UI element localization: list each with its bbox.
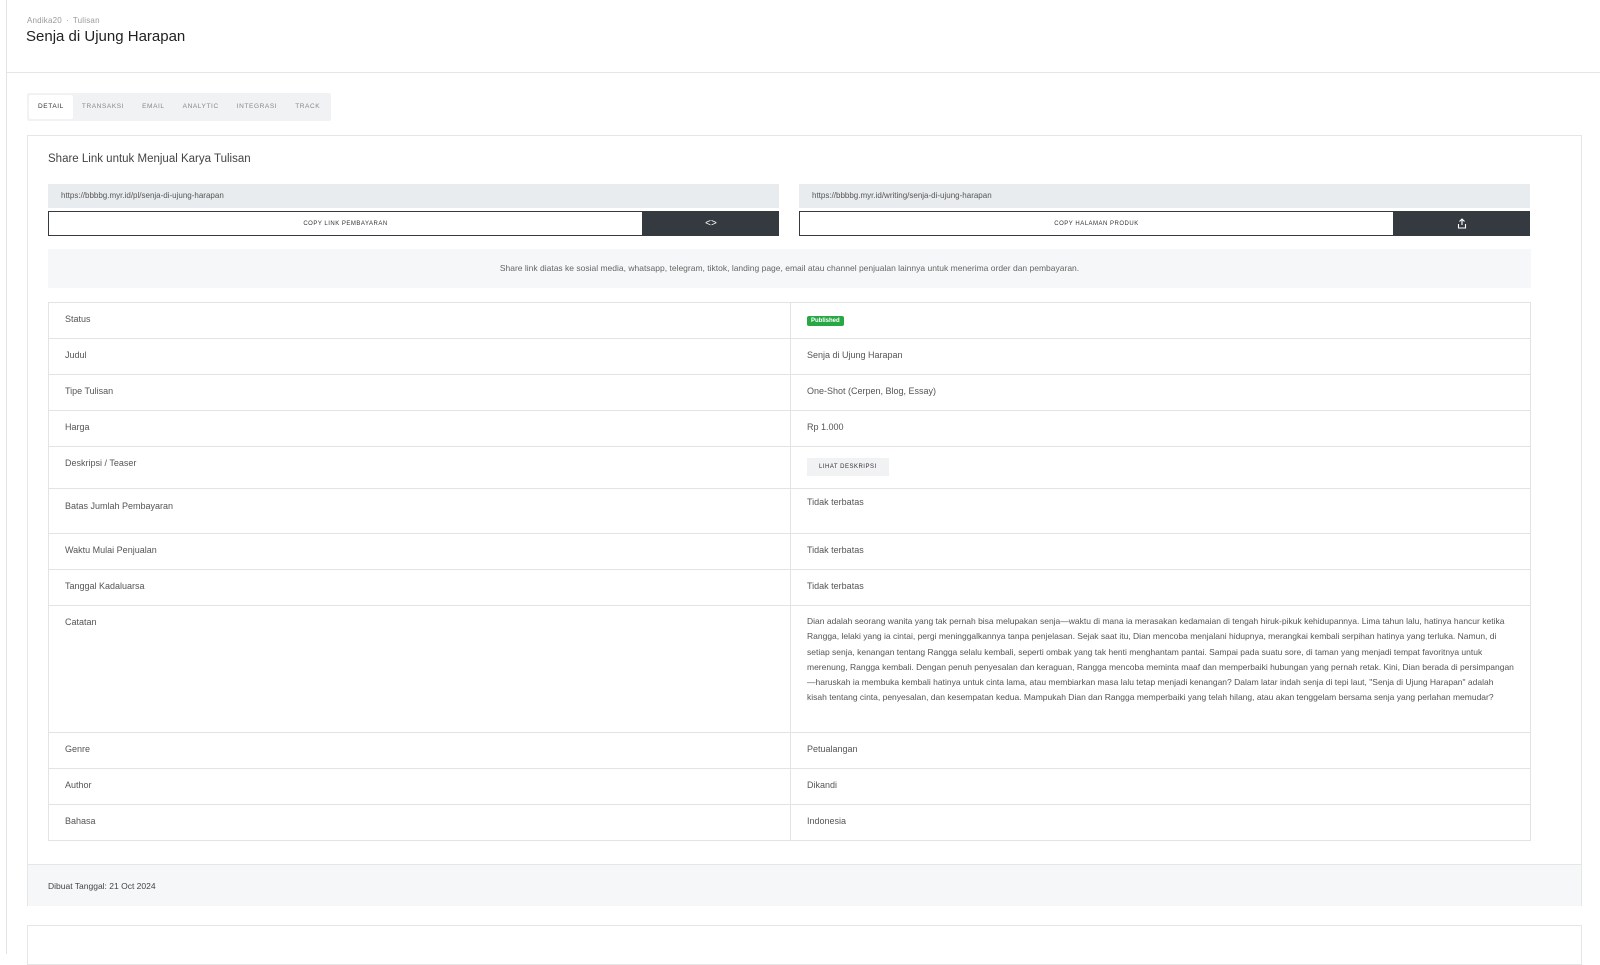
- tab-analytic[interactable]: ANALYTIC: [174, 95, 228, 119]
- code-icon: <>: [705, 218, 717, 229]
- payment-url-field[interactable]: https://bbbbg.myr.id/pl/senja-di-ujung-h…: [48, 184, 779, 208]
- table-row: Tipe Tulisan One-Shot (Cerpen, Blog, Ess…: [48, 374, 1531, 411]
- view-description-button[interactable]: LIHAT DESKRIPSI: [807, 458, 889, 476]
- share-button[interactable]: [1394, 211, 1530, 236]
- page-header: Andika20 · Tulisan Senja di Ujung Harapan: [7, 0, 1600, 73]
- kadaluarsa-value: Tidak terbatas: [790, 569, 1531, 606]
- breadcrumb-item-tulisan[interactable]: Tulisan: [73, 16, 100, 25]
- status-label: Status: [48, 302, 791, 339]
- page-title: Senja di Ujung Harapan: [26, 28, 186, 45]
- table-row: Catatan Dian adalah seorang wanita yang …: [48, 605, 1531, 733]
- share-section-title: Share Link untuk Menjual Karya Tulisan: [48, 153, 251, 165]
- batas-value: Tidak terbatas: [790, 488, 1531, 534]
- tab-email[interactable]: EMAIL: [133, 95, 174, 119]
- waktu-value: Tidak terbatas: [790, 533, 1531, 570]
- judul-label: Judul: [48, 338, 791, 375]
- table-row: Author Dikandi: [48, 768, 1531, 805]
- table-row: Harga Rp 1.000: [48, 410, 1531, 447]
- harga-value: Rp 1.000: [790, 410, 1531, 447]
- table-row: Genre Petualangan: [48, 732, 1531, 769]
- judul-value: Senja di Ujung Harapan: [790, 338, 1531, 375]
- kadaluarsa-label: Tanggal Kadaluarsa: [48, 569, 791, 606]
- breadcrumb-separator: ·: [65, 16, 69, 25]
- waktu-label: Waktu Mulai Penjualan: [48, 533, 791, 570]
- embed-code-button[interactable]: <>: [643, 211, 779, 236]
- copy-product-page-button[interactable]: COPY HALAMAN PRODUK: [799, 211, 1394, 236]
- tipe-tulisan-value: One-Shot (Cerpen, Blog, Essay): [790, 374, 1531, 411]
- status-badge: Published: [807, 316, 844, 326]
- detail-table: Status Published Judul Senja di Ujung Ha…: [48, 302, 1531, 841]
- deskripsi-label: Deskripsi / Teaser: [48, 446, 791, 489]
- share-icon: [1457, 218, 1467, 229]
- table-row: Bahasa Indonesia: [48, 804, 1531, 841]
- author-label: Author: [48, 768, 791, 805]
- breadcrumb: Andika20 · Tulisan: [27, 16, 100, 25]
- catatan-label: Catatan: [48, 605, 791, 733]
- bahasa-value: Indonesia: [790, 804, 1531, 841]
- breadcrumb-item-user[interactable]: Andika20: [27, 16, 62, 25]
- tab-integrasi[interactable]: INTEGRASI: [228, 95, 286, 119]
- deskripsi-cell: LIHAT DESKRIPSI: [790, 446, 1531, 489]
- table-row: Batas Jumlah Pembayaran Tidak terbatas: [48, 488, 1531, 534]
- share-info-text: Share link diatas ke sosial media, whats…: [48, 249, 1531, 288]
- catatan-value: Dian adalah seorang wanita yang tak pern…: [790, 605, 1531, 733]
- table-row: Status Published: [48, 302, 1531, 339]
- tab-track[interactable]: TRACK: [286, 95, 329, 119]
- harga-label: Harga: [48, 410, 791, 447]
- product-url-field[interactable]: https://bbbbg.myr.id/writing/senja-di-uj…: [799, 184, 1530, 208]
- status-cell: Published: [790, 302, 1531, 339]
- product-link-actions: COPY HALAMAN PRODUK: [799, 211, 1530, 236]
- next-card: [27, 925, 1582, 965]
- bahasa-label: Bahasa: [48, 804, 791, 841]
- tab-transaksi[interactable]: TRANSAKSI: [73, 95, 133, 119]
- tipe-tulisan-label: Tipe Tulisan: [48, 374, 791, 411]
- table-row: Deskripsi / Teaser LIHAT DESKRIPSI: [48, 446, 1531, 489]
- genre-label: Genre: [48, 732, 791, 769]
- batas-label: Batas Jumlah Pembayaran: [48, 488, 791, 534]
- sidebar-edge: [6, 0, 7, 954]
- tab-bar: DETAIL TRANSAKSI EMAIL ANALYTIC INTEGRAS…: [27, 93, 332, 121]
- table-row: Judul Senja di Ujung Harapan: [48, 338, 1531, 375]
- table-row: Waktu Mulai Penjualan Tidak terbatas: [48, 533, 1531, 570]
- table-row: Tanggal Kadaluarsa Tidak terbatas: [48, 569, 1531, 606]
- genre-value: Petualangan: [790, 732, 1531, 769]
- payment-link-actions: COPY LINK PEMBAYARAN <>: [48, 211, 779, 236]
- created-date: Dibuat Tanggal: 21 Oct 2024: [28, 864, 1581, 906]
- copy-payment-link-button[interactable]: COPY LINK PEMBAYARAN: [48, 211, 643, 236]
- tab-detail[interactable]: DETAIL: [29, 95, 73, 119]
- detail-card: Share Link untuk Menjual Karya Tulisan h…: [27, 135, 1582, 906]
- author-value: Dikandi: [790, 768, 1531, 805]
